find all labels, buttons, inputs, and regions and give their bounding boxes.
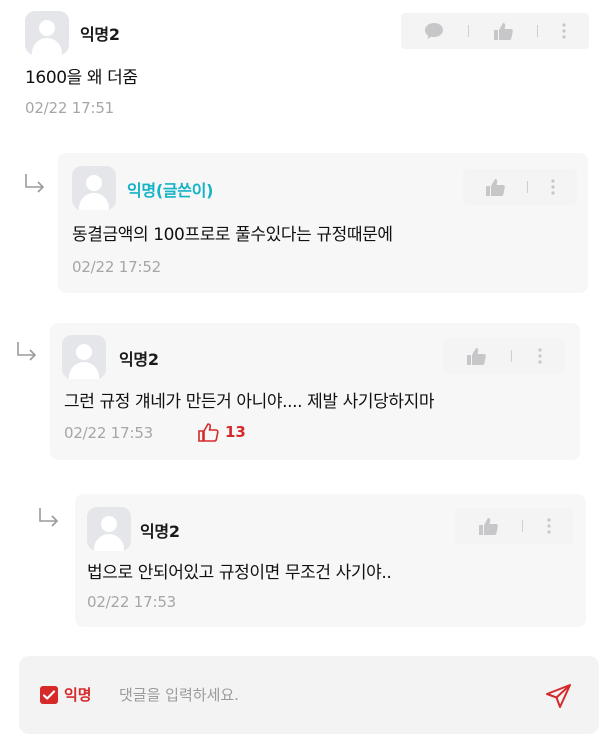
like-button[interactable] [477, 516, 499, 536]
avatar [62, 335, 106, 379]
reply-author: 익명(글쓴이) [127, 181, 214, 200]
reply-item: 익명(글쓴이) 동결금액의 100프로로 풀수있다는 규정때문에 02/22 1… [58, 153, 588, 293]
comment-input[interactable] [119, 676, 519, 714]
more-vertical-icon [546, 518, 551, 534]
reply-author: 익명2 [119, 350, 159, 369]
checkbox-icon [42, 690, 56, 700]
divider [521, 520, 523, 532]
reply-actions [455, 508, 573, 544]
message-icon [424, 23, 443, 39]
reply-actions [463, 169, 577, 205]
avatar [72, 166, 116, 210]
divider [511, 350, 513, 362]
more-vertical-icon [538, 348, 542, 364]
send-button[interactable] [541, 678, 577, 714]
reply-button[interactable] [423, 21, 445, 41]
reply-item: 익명2 그런 규정 걔네가 만든거 아니야.... 제발 사기당하지마 02/2… [50, 323, 580, 460]
more-button[interactable] [561, 22, 567, 40]
thumbs-up-icon [485, 179, 505, 196]
reply-text: 동결금액의 100프로로 풀수있다는 규정때문에 [72, 225, 393, 245]
like-button[interactable] [484, 177, 506, 197]
divider [537, 25, 539, 37]
reply-arrow-icon [17, 342, 37, 361]
divider [467, 25, 469, 37]
reply-arrow-icon [25, 174, 45, 193]
avatar [25, 11, 69, 55]
reply-text: 그런 규정 걔네가 만든거 아니야.... 제발 사기당하지마 [64, 392, 435, 412]
reply-text: 법으로 안되어있고 규정이면 무조건 사기야.. [87, 563, 392, 583]
reply-time: 02/22 17:52 [72, 258, 162, 276]
reply-item: 익명2 법으로 안되어있고 규정이면 무조건 사기야.. 02/22 17:53 [75, 494, 586, 627]
anonymous-checkbox[interactable] [40, 686, 58, 704]
comment-composer: 익명 [19, 656, 599, 734]
reply-arrow-icon [39, 508, 59, 527]
avatar [87, 507, 131, 551]
thumbs-up-icon [467, 348, 486, 365]
send-icon [546, 684, 571, 708]
comment-time: 02/22 17:51 [25, 99, 115, 117]
comment-text: 1600을 왜 더줌 [25, 68, 138, 88]
reply-author: 익명2 [140, 522, 180, 541]
comment-author: 익명2 [80, 25, 120, 44]
reply-time: 02/22 17:53 [64, 424, 154, 442]
thumbs-up-icon [493, 23, 513, 40]
reply-actions [443, 338, 565, 374]
comment-actions [401, 13, 589, 49]
divider [527, 181, 529, 193]
anonymous-label[interactable]: 익명 [64, 684, 92, 705]
like-count-value: 13 [225, 423, 246, 441]
thumbs-up-icon [198, 423, 219, 442]
more-button[interactable] [550, 178, 556, 196]
reply-time: 02/22 17:53 [87, 593, 177, 611]
more-button[interactable] [537, 347, 543, 365]
thumbs-up-icon [478, 518, 498, 535]
like-count: 13 [197, 422, 246, 442]
more-button[interactable] [546, 517, 552, 535]
like-button[interactable] [465, 346, 487, 366]
more-vertical-icon [562, 23, 566, 39]
more-vertical-icon [551, 179, 555, 195]
like-button[interactable] [492, 21, 514, 41]
